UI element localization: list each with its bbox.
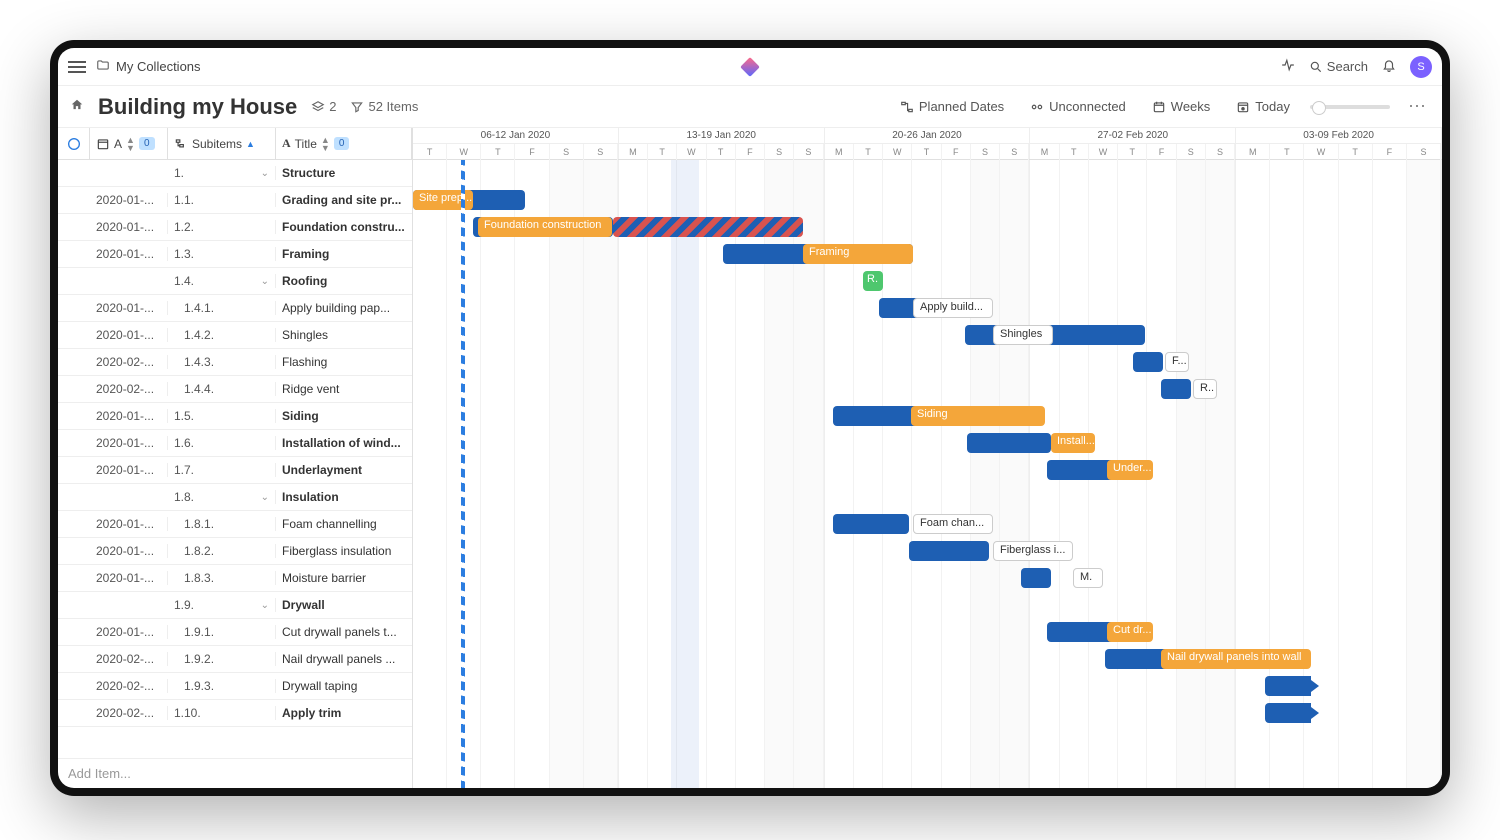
home-icon[interactable] bbox=[70, 98, 84, 115]
layers-icon bbox=[311, 100, 325, 114]
chevron-down-icon[interactable]: ⌄ bbox=[261, 276, 269, 287]
add-item-input[interactable]: Add Item... bbox=[58, 758, 412, 788]
chevron-down-icon[interactable]: ⌄ bbox=[261, 492, 269, 503]
layers-count[interactable]: 2 bbox=[311, 99, 336, 114]
gantt-bar[interactable] bbox=[967, 433, 1051, 453]
task-row[interactable]: 2020-01-...1.8.2.Fiberglass insulation bbox=[58, 538, 412, 565]
app-logo bbox=[743, 60, 757, 74]
task-row[interactable]: 2020-02-...1.4.4.Ridge vent bbox=[58, 376, 412, 403]
breadcrumb[interactable]: My Collections bbox=[116, 59, 201, 74]
task-list-panel: A ▲▼ 0 Subitems ▲ A Title ▲▼ 0 1.⌄Struct… bbox=[58, 128, 413, 788]
subitems-column-header[interactable]: Subitems ▲ bbox=[168, 128, 276, 159]
task-row[interactable]: 2020-01-...1.6.Installation of wind... bbox=[58, 430, 412, 457]
gantt-bar[interactable]: Nail drywall panels into wall bbox=[1161, 649, 1311, 669]
gantt-header: 06-12 Jan 2020TWTFSS13-19 Jan 2020MTWTFS… bbox=[413, 128, 1442, 160]
calendar-icon bbox=[96, 137, 110, 151]
gantt-bar[interactable]: Foam chan... bbox=[913, 514, 993, 534]
user-avatar[interactable]: S bbox=[1410, 56, 1432, 78]
activity-icon[interactable] bbox=[1281, 58, 1295, 75]
gantt-bar[interactable]: Shingles bbox=[993, 325, 1053, 345]
task-row[interactable]: 1.⌄Structure bbox=[58, 160, 412, 187]
gantt-bars: Site prep...Foundation constructionFrami… bbox=[413, 160, 1442, 788]
search-label: Search bbox=[1327, 59, 1368, 74]
task-list-header: A ▲▼ 0 Subitems ▲ A Title ▲▼ 0 bbox=[58, 128, 412, 160]
gantt-bar[interactable]: Install... bbox=[1051, 433, 1095, 453]
search-button[interactable]: Search bbox=[1309, 59, 1368, 74]
bell-icon[interactable] bbox=[1382, 58, 1396, 75]
gantt-bar[interactable]: Cut dr... bbox=[1107, 622, 1153, 642]
topbar: My Collections Search S bbox=[58, 48, 1442, 86]
gantt-bar[interactable] bbox=[909, 541, 989, 561]
unconnected-button[interactable]: Unconnected bbox=[1024, 95, 1132, 118]
weeks-button[interactable]: Weeks bbox=[1146, 95, 1217, 118]
more-icon[interactable]: ⋯ bbox=[1404, 96, 1430, 117]
zoom-slider[interactable] bbox=[1310, 105, 1390, 109]
task-row[interactable]: 2020-01-...1.5.Siding bbox=[58, 403, 412, 430]
task-row[interactable]: 2020-02-...1.9.3.Drywall taping bbox=[58, 673, 412, 700]
task-row[interactable]: 1.8.⌄Insulation bbox=[58, 484, 412, 511]
gantt-bar[interactable]: Siding bbox=[911, 406, 1045, 426]
select-all-column[interactable] bbox=[58, 128, 90, 159]
gantt-bar[interactable]: Apply build... bbox=[913, 298, 993, 318]
chevron-down-icon[interactable]: ⌄ bbox=[261, 168, 269, 179]
gantt-bar[interactable]: Foundation construction bbox=[478, 217, 612, 237]
subitems-icon bbox=[174, 137, 188, 151]
task-row[interactable]: 2020-01-...1.8.3.Moisture barrier bbox=[58, 565, 412, 592]
gantt-bar[interactable]: Fiberglass i... bbox=[993, 541, 1073, 561]
gantt-bar[interactable]: Under... bbox=[1107, 460, 1153, 480]
gantt-bar[interactable] bbox=[1133, 352, 1163, 372]
task-row[interactable]: 2020-02-...1.10.Apply trim bbox=[58, 700, 412, 727]
gantt-bar[interactable]: M. bbox=[1073, 568, 1103, 588]
title-column-header[interactable]: A Title ▲▼ 0 bbox=[276, 128, 412, 159]
gantt-bar[interactable]: R.. bbox=[1193, 379, 1217, 399]
date-column-header[interactable]: A ▲▼ 0 bbox=[90, 128, 168, 159]
today-line bbox=[461, 160, 465, 788]
task-row[interactable]: 2020-01-...1.1.Grading and site pr... bbox=[58, 187, 412, 214]
task-row[interactable]: 2020-01-...1.2.Foundation constru... bbox=[58, 214, 412, 241]
task-row[interactable]: 1.4.⌄Roofing bbox=[58, 268, 412, 295]
circle-icon bbox=[66, 136, 82, 152]
task-rows: 1.⌄Structure2020-01-...1.1.Grading and s… bbox=[58, 160, 412, 758]
task-row[interactable]: 2020-01-...1.4.1.Apply building pap... bbox=[58, 295, 412, 322]
menu-button[interactable] bbox=[68, 61, 86, 73]
gantt-bar[interactable] bbox=[1161, 379, 1191, 399]
flow-icon bbox=[900, 100, 914, 114]
filter-chip[interactable]: 52 Items bbox=[350, 99, 418, 114]
gantt-bar[interactable] bbox=[1021, 568, 1051, 588]
filter-icon bbox=[350, 100, 364, 114]
gantt-bar[interactable]: R. bbox=[863, 271, 883, 291]
task-row[interactable]: 2020-01-...1.7.Underlayment bbox=[58, 457, 412, 484]
gantt-bar[interactable] bbox=[1265, 703, 1311, 723]
titlebar: Building my House 2 52 Items Planned Dat… bbox=[58, 86, 1442, 128]
search-icon bbox=[1309, 60, 1323, 74]
task-row[interactable]: 2020-01-...1.4.2.Shingles bbox=[58, 322, 412, 349]
calendar-today-icon bbox=[1236, 100, 1250, 114]
task-row[interactable]: 2020-02-...1.9.2.Nail drywall panels ... bbox=[58, 646, 412, 673]
gantt-bar[interactable]: Framing bbox=[803, 244, 913, 264]
gantt-chart[interactable]: 06-12 Jan 2020TWTFSS13-19 Jan 2020MTWTFS… bbox=[413, 128, 1442, 788]
task-row[interactable]: 1.9.⌄Drywall bbox=[58, 592, 412, 619]
today-button[interactable]: Today bbox=[1230, 95, 1296, 118]
page-title: Building my House bbox=[98, 94, 297, 120]
task-row[interactable]: 2020-02-...1.4.3.Flashing bbox=[58, 349, 412, 376]
gantt-bar[interactable]: F... bbox=[1165, 352, 1189, 372]
chevron-down-icon[interactable]: ⌄ bbox=[261, 600, 269, 611]
calendar-icon bbox=[1152, 100, 1166, 114]
folder-icon bbox=[96, 58, 110, 75]
gantt-bar[interactable] bbox=[833, 514, 909, 534]
task-row[interactable]: 2020-01-...1.9.1.Cut drywall panels t... bbox=[58, 619, 412, 646]
gantt-bar[interactable] bbox=[1265, 676, 1311, 696]
gantt-bar[interactable] bbox=[965, 325, 1145, 345]
unlink-icon bbox=[1030, 100, 1044, 114]
task-row[interactable]: 2020-01-...1.3.Framing bbox=[58, 241, 412, 268]
planned-dates-button[interactable]: Planned Dates bbox=[894, 95, 1010, 118]
gantt-bar[interactable] bbox=[613, 217, 803, 237]
task-row[interactable]: 2020-01-...1.8.1.Foam channelling bbox=[58, 511, 412, 538]
